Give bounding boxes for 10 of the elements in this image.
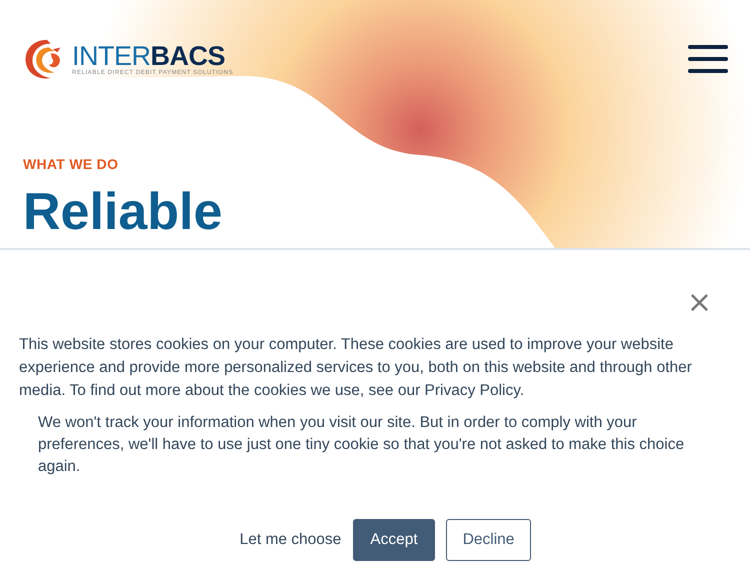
cookie-message: This website stores cookies on your computer. These cookies are used to improve your website experience and provide more personalized services to you, both on this website and through other media. To find out more about the cookies we use, see our Privacy Policy. [19, 335, 693, 401]
choose-link[interactable]: Let me choose [238, 521, 342, 559]
close-button[interactable]: × [684, 288, 714, 318]
menu-icon[interactable] [688, 45, 728, 73]
logo-wordmark: INTERBACS [72, 42, 226, 70]
cookie-note: We won't track your information when you visit our site. But in order to comply with your preferences, we'll have to use just one tiny cookie so that you're not asked to make this choice again. [38, 413, 686, 477]
hero-heading: Reliable [23, 182, 224, 242]
accept-button[interactable]: Accept [353, 519, 435, 561]
section-eyebrow: WHAT WE DO [23, 156, 120, 172]
decline-button[interactable]: Decline [446, 519, 532, 561]
